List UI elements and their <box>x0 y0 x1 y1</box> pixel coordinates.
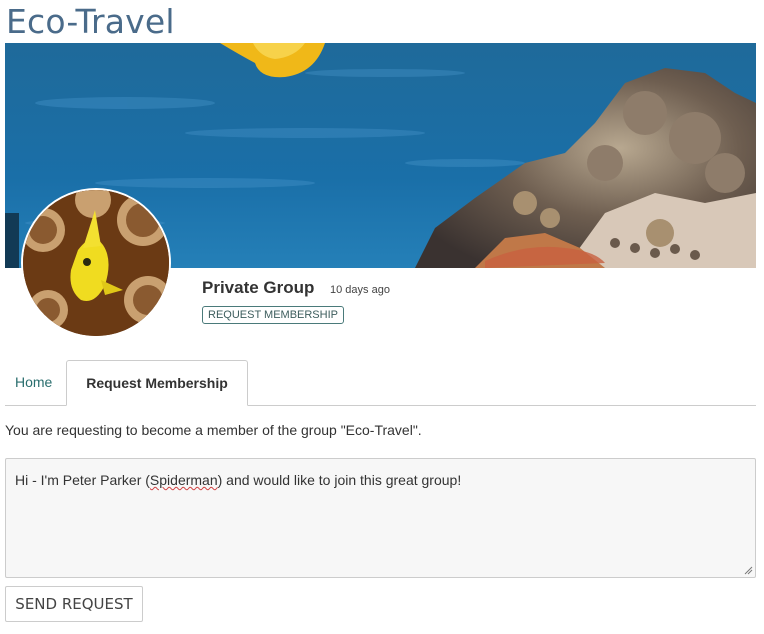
message-text-end: ) and would like to join this great grou… <box>217 472 462 488</box>
resize-handle-icon[interactable] <box>744 566 753 575</box>
tab-home[interactable]: Home <box>15 360 52 405</box>
misspelled-word: Spiderman <box>149 472 218 488</box>
send-request-button[interactable]: SEND REQUEST <box>5 586 143 622</box>
group-title: Eco-Travel <box>6 2 175 41</box>
request-message-field[interactable]: Hi - I'm Peter Parker (Spiderman) and wo… <box>5 458 756 578</box>
message-text-start: Hi - I'm Peter Parker ( <box>15 472 150 488</box>
group-page: Eco-Travel Private Group 10 days ago REQ… <box>0 0 764 634</box>
request-intro-text: You are requesting to become a member of… <box>5 422 422 438</box>
group-privacy-label: Private Group <box>202 278 315 297</box>
request-membership-badge[interactable]: REQUEST MEMBERSHIP <box>202 306 344 324</box>
tab-request-membership[interactable]: Request Membership <box>66 360 248 406</box>
group-created-time: 10 days ago <box>330 284 390 296</box>
group-avatar <box>21 188 171 338</box>
group-tabs: Home Request Membership <box>5 360 756 406</box>
